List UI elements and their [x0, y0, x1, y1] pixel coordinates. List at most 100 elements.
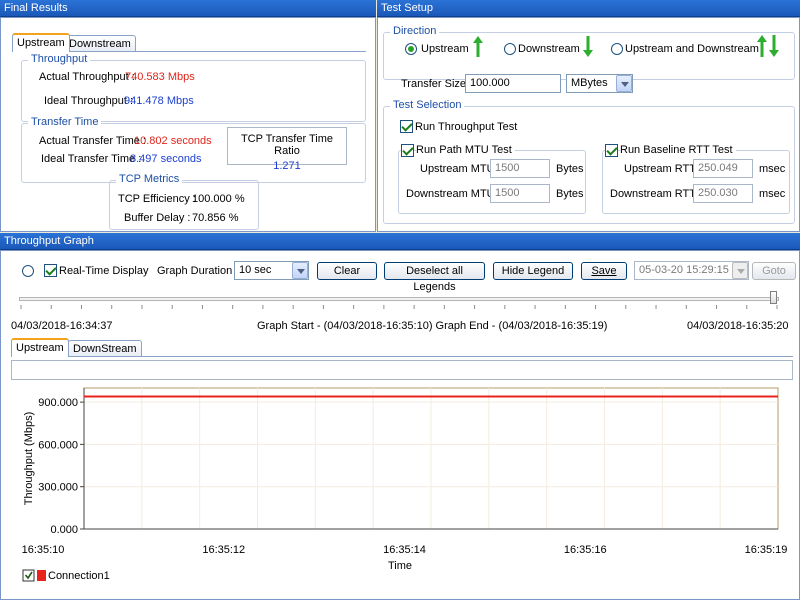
y-tick-label: 300.000 — [38, 482, 78, 494]
x-tick-label: 16:35:14 — [383, 544, 426, 556]
upstream-rtt-input[interactable]: 250.049 — [693, 159, 753, 178]
transfer-ratio-value: 1.271 — [273, 160, 301, 172]
throughput-chart: 900.000 600.000 300.000 0.000 16:35:10 16:35:… — [22, 387, 788, 582]
transfer-unit-select[interactable]: MBytes — [566, 74, 633, 93]
time-slider-ticks — [20, 305, 778, 309]
realtime-label: Real-Time Display — [59, 265, 149, 277]
run-throughput-label: Run Throughput Test — [415, 121, 518, 133]
ideal-transfer-label: Ideal Transfer Time : — [41, 153, 142, 165]
graph-toolbar-strip — [11, 360, 793, 380]
time-slider-track[interactable] — [19, 297, 779, 301]
buffer-delay-label: Buffer Delay : — [124, 212, 191, 224]
downstream-rtt-input[interactable]: 250.030 — [693, 184, 753, 203]
transfer-unit-value: MBytes — [571, 77, 608, 89]
deselect-legends-button[interactable]: Deselect all Legends — [384, 262, 485, 293]
graph-left-time: 04/03/2018-16:34:37 — [11, 320, 113, 332]
tcp-metrics-group-title: TCP Metrics — [116, 173, 183, 185]
transfer-time-group-title: Transfer Time — [28, 116, 102, 128]
tcp-efficiency-label: TCP Efficiency : — [118, 193, 196, 205]
transfer-size-input[interactable]: 100.000 — [465, 74, 561, 93]
transfer-size-label: Transfer Size — [401, 78, 467, 90]
x-tick-label: 16:35:16 — [564, 544, 607, 556]
downstream-rtt-label: Downstream RTT — [610, 188, 696, 200]
date-dropdown-icon[interactable] — [732, 262, 748, 279]
date-value: 05-03-20 15:29:15 — [639, 264, 729, 276]
graph-duration-dropdown-icon[interactable] — [292, 262, 308, 279]
run-path-mtu-label: Run Path MTU Test — [416, 144, 515, 156]
legend-label: Connection1 — [48, 570, 110, 582]
upstream-mtu-label: Upstream MTU — [420, 163, 495, 175]
x-tick-label: 16:35:19 — [745, 544, 788, 556]
ideal-transfer-value: 8.497 seconds — [130, 153, 202, 165]
direction-group: Direction Upstream Downstream Upstream a… — [383, 25, 795, 80]
x-tick-label: 16:35:12 — [202, 544, 245, 556]
actual-transfer-label: Actual Transfer Time : — [39, 135, 146, 147]
upstream-rtt-label: Upstream RTT — [624, 163, 696, 175]
graph-duration-select[interactable]: 10 sec — [234, 261, 309, 280]
goto-button[interactable]: Goto — [752, 262, 796, 280]
tab-downstream-graph[interactable]: DownStream — [68, 340, 142, 357]
direction-upstream-radio[interactable] — [405, 43, 417, 55]
direction-upstream-label: Upstream — [421, 43, 469, 55]
ideal-throughput-label: Ideal Throughput : — [44, 95, 134, 107]
y-axis-label: Throughput (Mbps) — [23, 412, 35, 506]
date-select[interactable]: 05-03-20 15:29:15 — [634, 261, 749, 280]
graph-duration-value: 10 sec — [239, 264, 272, 276]
run-path-mtu-checkbox[interactable] — [401, 144, 414, 157]
downstream-mtu-input[interactable]: 1500 — [490, 184, 550, 203]
direction-downstream-radio[interactable] — [504, 43, 516, 55]
upstream-mtu-input[interactable]: 1500 — [490, 159, 550, 178]
x-axis-label: Time — [388, 560, 412, 572]
path-mtu-group: Run Path MTU Test Upstream MTU 1500 Byte… — [398, 144, 586, 214]
run-throughput-checkbox[interactable] — [400, 120, 413, 133]
direction-group-title: Direction — [390, 25, 440, 37]
upstream-rtt-unit: msec — [759, 163, 786, 175]
graph-tab-divider — [11, 356, 793, 357]
graph-radio[interactable] — [22, 265, 34, 277]
test-setup-titlebar: Test Setup — [377, 0, 800, 17]
buffer-delay-value: 70.856 % — [192, 212, 239, 224]
test-selection-group: Test Selection Run Throughput Test Run P… — [383, 99, 795, 224]
actual-transfer-value: 10.802 seconds — [134, 135, 212, 147]
y-tick-label: 900.000 — [38, 397, 78, 409]
graph-panel: Real-Time Display Graph Duration 10 sec … — [0, 250, 800, 600]
graph-range-text: Graph Start - (04/03/2018-16:35:10) Grap… — [257, 320, 608, 332]
graph-titlebar: Throughput Graph — [0, 233, 800, 250]
legend-checkbox — [22, 569, 35, 582]
save-button[interactable]: Save — [581, 262, 627, 280]
legend-swatch — [37, 570, 46, 581]
y-tick-label: 600.000 — [38, 439, 78, 451]
realtime-checkbox[interactable] — [44, 264, 57, 277]
time-slider-thumb[interactable] — [770, 291, 777, 304]
final-results-panel: Upstream Downstream Throughput Actual Th… — [0, 17, 376, 232]
direction-both-radio[interactable] — [611, 43, 623, 55]
graph-right-time: 04/03/2018-16:35:20 — [687, 320, 789, 332]
actual-throughput-label: Actual Throughput : — [39, 71, 135, 83]
upstream-mtu-unit: Bytes — [556, 163, 584, 175]
clear-button[interactable]: Clear — [317, 262, 377, 280]
run-rtt-label: Run Baseline RTT Test — [620, 144, 736, 156]
tcp-metrics-group: TCP Metrics TCP Efficiency : 100.000 % B… — [109, 173, 259, 230]
tab-upstream-graph[interactable]: Upstream — [11, 338, 69, 357]
baseline-rtt-group: Run Baseline RTT Test Upstream RTT 250.0… — [602, 144, 790, 214]
downstream-mtu-label: Downstream MTU — [406, 188, 495, 200]
direction-downstream-label: Downstream — [518, 43, 580, 55]
transfer-unit-dropdown-icon[interactable] — [616, 75, 632, 92]
graph-duration-label: Graph Duration — [157, 265, 233, 277]
y-tick-label: 0.000 — [50, 524, 78, 536]
arrow-up-down-icon — [757, 35, 779, 57]
final-results-titlebar: Final Results — [0, 0, 376, 17]
transfer-ratio-label: TCP Transfer Time Ratio — [240, 133, 334, 157]
run-rtt-checkbox[interactable] — [605, 144, 618, 157]
hide-legend-button[interactable]: Hide Legend — [493, 262, 573, 280]
ideal-throughput-value: 941.478 Mbps — [124, 95, 194, 107]
test-selection-group-title: Test Selection — [390, 99, 465, 111]
transfer-time-group: Transfer Time Actual Transfer Time : 10.… — [21, 116, 366, 183]
arrow-down-icon — [583, 36, 593, 57]
tab-upstream-results[interactable]: Upstream — [12, 33, 70, 52]
x-tick-label: 16:35:10 — [22, 544, 65, 556]
tcp-efficiency-value: 100.000 % — [192, 193, 245, 205]
tab-downstream-results[interactable]: Downstream — [64, 35, 136, 52]
throughput-group: Throughput Actual Throughput : 740.583 M… — [21, 53, 366, 122]
downstream-mtu-unit: Bytes — [556, 188, 584, 200]
